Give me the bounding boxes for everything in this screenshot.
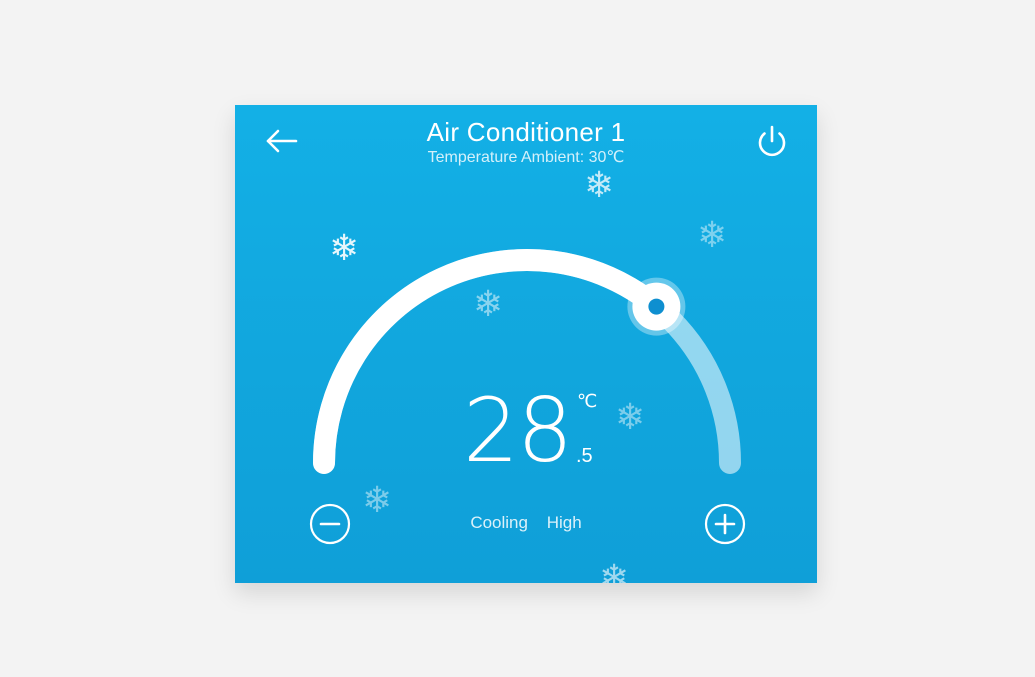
temperature-unit: ℃ (577, 391, 598, 411)
temperature-value: 28 (463, 379, 573, 482)
plus-circle-icon (704, 503, 746, 545)
mode-label: Cooling (470, 513, 528, 532)
gauge-handle-dot (648, 298, 665, 315)
page: ❄ ❄ ❄ ❄ ❄ ❄ ❄ Air Conditioner 1 Temperat… (0, 0, 1035, 677)
increase-temperature-button[interactable] (704, 503, 746, 545)
fan-speed-label: High (546, 513, 582, 532)
thermostat-card: ❄ ❄ ❄ ❄ ❄ ❄ ❄ Air Conditioner 1 Temperat… (235, 105, 817, 583)
gauge-handle[interactable] (627, 277, 686, 336)
temperature-decimal: .5 (576, 445, 593, 467)
